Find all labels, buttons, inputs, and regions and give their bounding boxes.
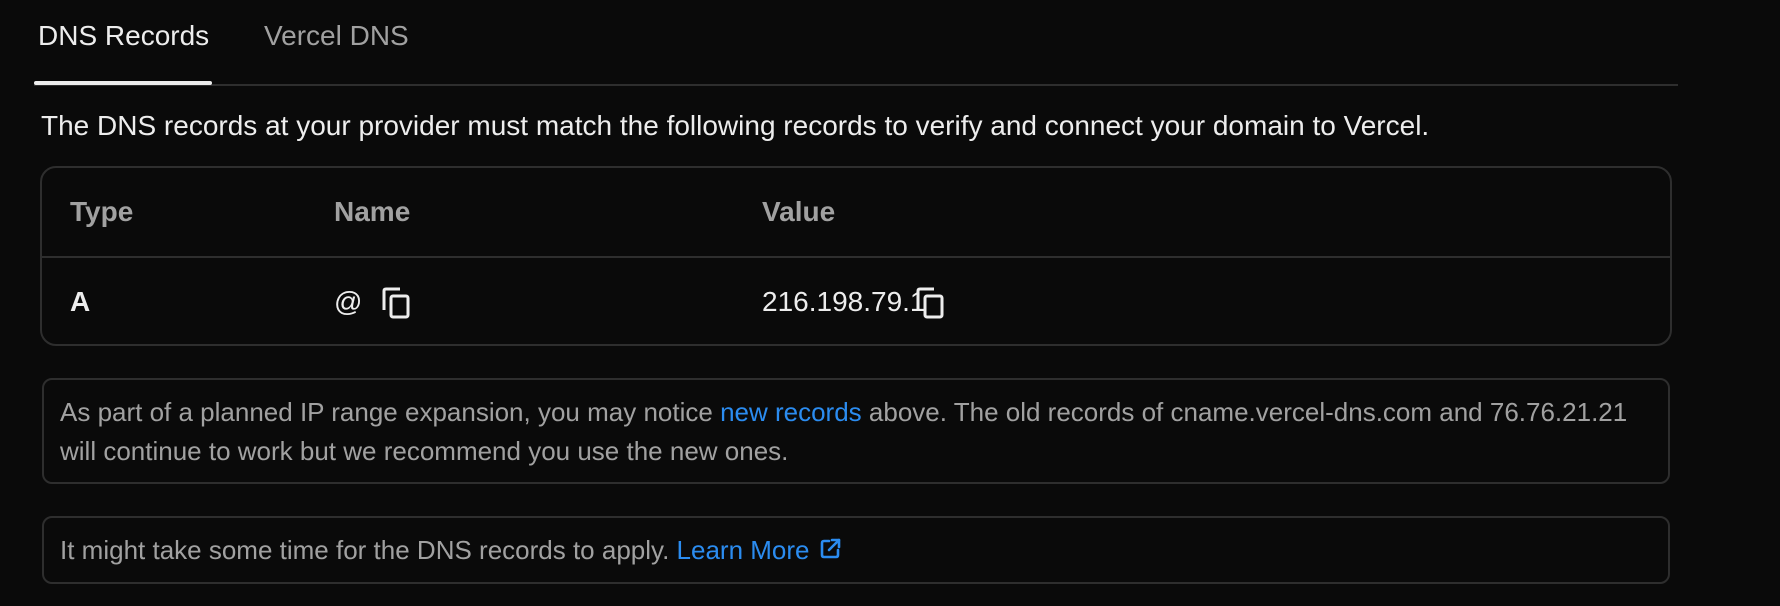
ip-expansion-notice: As part of a planned IP range expansion,… bbox=[42, 378, 1670, 484]
learn-more-link[interactable]: Learn More bbox=[677, 535, 842, 565]
new-records-link[interactable]: new records bbox=[720, 397, 862, 427]
column-header-type: Type bbox=[70, 196, 134, 227]
notice-text: above. The old records of cname.vercel-d… bbox=[861, 397, 1628, 427]
table-header: Type Name Value bbox=[42, 168, 1670, 258]
learn-more-label: Learn More bbox=[676, 535, 810, 565]
copy-name-button[interactable] bbox=[380, 286, 412, 320]
record-value: 216.198.79.1 bbox=[762, 286, 926, 317]
tab-dns-records[interactable]: DNS Records bbox=[38, 0, 209, 86]
active-tab-indicator bbox=[34, 81, 212, 85]
external-link-icon bbox=[818, 537, 842, 561]
tab-vercel-dns[interactable]: Vercel DNS bbox=[264, 0, 409, 86]
notice-text: It might take some time for the DNS reco… bbox=[60, 535, 677, 565]
tab-bar: DNS Records Vercel DNS bbox=[34, 0, 1678, 86]
dns-records-table: Type Name Value A @ 216.198.79.1 bbox=[40, 166, 1672, 346]
copy-icon bbox=[916, 287, 944, 319]
propagation-notice: It might take some time for the DNS reco… bbox=[42, 516, 1670, 584]
column-header-value: Value bbox=[762, 196, 836, 227]
notice-text: As part of a planned IP range expansion,… bbox=[60, 397, 721, 427]
intro-text: The DNS records at your provider must ma… bbox=[41, 110, 1430, 141]
notice-text: will continue to work but we recommend y… bbox=[60, 436, 789, 466]
record-name: @ bbox=[334, 286, 363, 317]
record-type: A bbox=[70, 286, 91, 317]
copy-value-button[interactable] bbox=[914, 286, 946, 320]
column-header-name: Name bbox=[334, 196, 411, 227]
copy-icon bbox=[382, 287, 410, 319]
